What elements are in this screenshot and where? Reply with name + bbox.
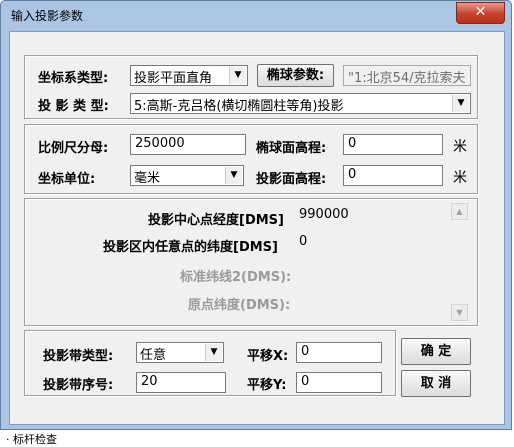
- scroll-down-icon[interactable]: ▼: [451, 304, 468, 321]
- chevron-down-icon[interactable]: ▼: [452, 95, 469, 112]
- title-bar[interactable]: 输入投影参数 ✕: [1, 1, 511, 31]
- ellipsoid-height-input[interactable]: 0: [343, 134, 443, 155]
- window-title: 输入投影参数: [11, 9, 84, 23]
- shift-x-label: 平移X:: [247, 349, 289, 364]
- ellipsoid-value-field[interactable]: "1:北京54/克拉索夫: [343, 65, 471, 86]
- chevron-down-icon[interactable]: ▼: [225, 167, 242, 184]
- cancel-button[interactable]: 取 消: [401, 370, 471, 397]
- coord-unit-value: 毫米: [134, 171, 161, 186]
- dialog-body: 坐标系类型: 投影平面直角 ▼ 椭球参数: "1:北京54/克拉索夫 投 影 类…: [9, 31, 505, 425]
- scroll-up-icon[interactable]: ▲: [451, 203, 468, 220]
- background-text: · 标杆检查: [6, 433, 57, 446]
- origin-latitude-label: 原点纬度(DMS):: [188, 298, 291, 313]
- proj-height-input[interactable]: 0: [343, 165, 443, 186]
- chevron-down-icon[interactable]: ▼: [229, 67, 246, 84]
- any-latitude-label: 投影区内任意点的纬度[DMS]: [103, 240, 278, 255]
- zone-number-label: 投影带序号:: [43, 378, 114, 393]
- coord-type-value: 投影平面直角: [134, 71, 213, 86]
- any-latitude-input[interactable]: 0: [295, 233, 441, 254]
- ok-button[interactable]: 确 定: [401, 338, 471, 365]
- shift-y-input[interactable]: 0: [296, 372, 382, 393]
- zone-type-value: 任意: [140, 348, 167, 363]
- params-scrollbar[interactable]: ▲ ▼: [451, 203, 468, 321]
- dialog-window: 输入投影参数 ✕ 坐标系类型: 投影平面直角 ▼ 椭球参数: "1:北京54/克…: [0, 0, 512, 430]
- scale-denominator-input[interactable]: 250000: [130, 134, 246, 155]
- chevron-down-icon[interactable]: ▼: [205, 344, 222, 361]
- std-parallel2-label: 标准纬线2(DMS):: [180, 270, 292, 285]
- coord-type-select[interactable]: 投影平面直角 ▼: [130, 65, 248, 86]
- coord-unit-select[interactable]: 毫米 ▼: [130, 165, 244, 186]
- scale-label: 比例尺分母:: [38, 141, 109, 156]
- center-longitude-input[interactable]: 990000: [295, 206, 441, 227]
- zone-type-select[interactable]: 任意 ▼: [136, 342, 224, 363]
- proj-height-unit: 米: [453, 170, 467, 186]
- ellipsoid-height-unit: 米: [453, 139, 467, 155]
- coord-unit-label: 坐标单位:: [38, 172, 96, 187]
- center-longitude-label: 投影中心点经度[DMS]: [148, 213, 284, 228]
- shift-x-input[interactable]: 0: [296, 342, 382, 363]
- ellipsoid-height-label: 椭球面高程:: [256, 141, 327, 156]
- proj-height-label: 投影面高程:: [256, 172, 327, 187]
- close-button[interactable]: ✕: [456, 2, 505, 24]
- close-icon: ✕: [474, 4, 487, 20]
- shift-y-label: 平移Y:: [247, 378, 287, 393]
- ellipsoid-params-button[interactable]: 椭球参数:: [257, 64, 334, 87]
- zone-type-label: 投影带类型:: [43, 349, 114, 364]
- proj-type-select[interactable]: 5:高斯-克吕格(横切椭圆柱等角)投影 ▼: [130, 93, 471, 114]
- proj-type-value: 5:高斯-克吕格(横切椭圆柱等角)投影: [134, 99, 344, 114]
- coord-type-label: 坐标系类型:: [38, 71, 109, 86]
- proj-type-label: 投 影 类 型:: [38, 99, 109, 114]
- zone-number-input[interactable]: 20: [136, 372, 226, 393]
